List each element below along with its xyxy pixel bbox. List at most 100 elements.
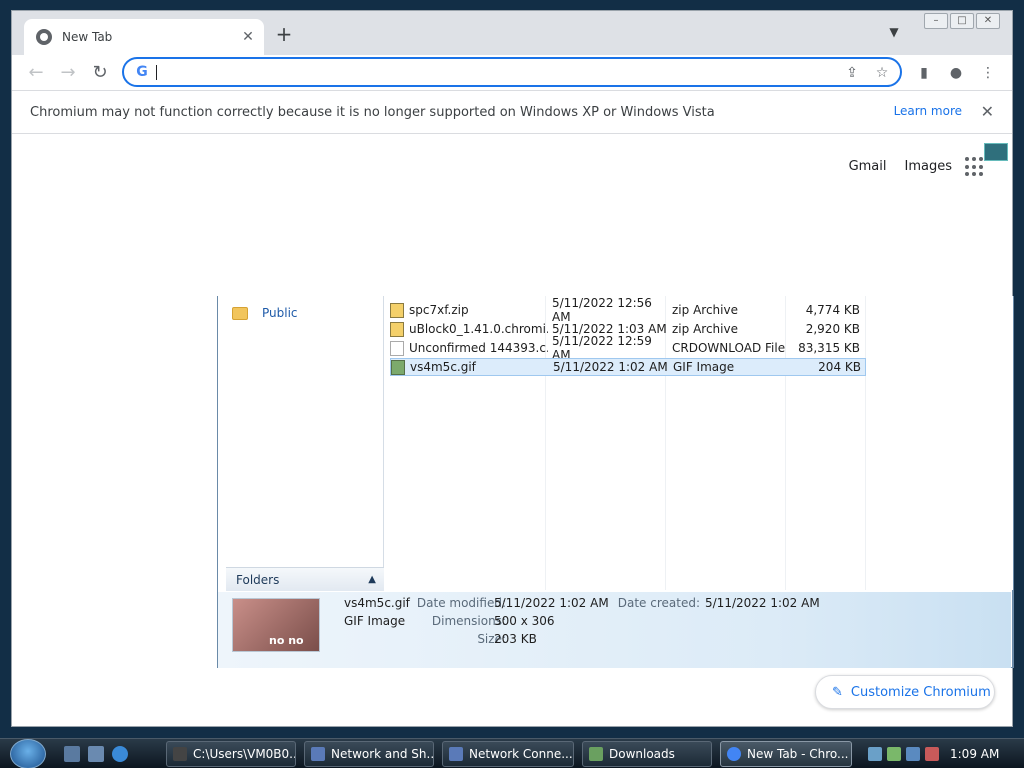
chromium-icon xyxy=(36,29,52,45)
internet-explorer-icon[interactable] xyxy=(112,746,128,762)
file-type: GIF Image xyxy=(673,360,735,374)
details-file-name: vs4m5c.gif xyxy=(344,596,410,610)
show-desktop-icon[interactable] xyxy=(64,746,80,762)
file-row-selected[interactable]: vs4m5c.gif 5/11/2022 1:02 AM GIF Image 2… xyxy=(390,358,866,376)
help-tray-icon xyxy=(984,143,1008,161)
nav-item-label: Public xyxy=(262,306,298,320)
ntp-header-links: Gmail Images xyxy=(849,159,952,174)
chevron-up-icon: ▲ xyxy=(368,574,376,585)
taskbar-button-downloads[interactable]: Downloads xyxy=(582,741,712,767)
maximize-button[interactable]: □ xyxy=(950,13,974,29)
folder-icon xyxy=(232,306,248,320)
file-size: 4,774 KB xyxy=(805,303,860,317)
console-icon xyxy=(173,747,187,761)
dimensions-value: 500 x 306 xyxy=(494,614,555,628)
file-name: vs4m5c.gif xyxy=(410,360,476,374)
learn-more-link[interactable]: Learn more xyxy=(894,104,962,118)
taskbar-clock[interactable]: 1:09 AM xyxy=(950,747,999,761)
window-controls: – □ ✕ xyxy=(924,13,1000,29)
file-row[interactable]: spc7xf.zip 5/11/2022 12:56 AM zip Archiv… xyxy=(390,296,866,324)
file-type: zip Archive xyxy=(672,303,738,317)
start-button[interactable] xyxy=(10,739,46,768)
taskbar-button-label: C:\Users\VM0B0... xyxy=(193,747,296,761)
network-icon xyxy=(449,747,463,761)
chromium-icon xyxy=(727,747,741,761)
tab-title: New Tab xyxy=(62,30,113,44)
tab-strip: New Tab ✕ + ▼ – □ ✕ xyxy=(12,11,1012,55)
tab-new-tab[interactable]: New Tab ✕ xyxy=(24,19,264,55)
folders-toggle[interactable]: Folders ▲ xyxy=(226,567,384,591)
close-window-button[interactable]: ✕ xyxy=(976,13,1000,29)
images-link[interactable]: Images xyxy=(905,159,953,174)
network-icon xyxy=(311,747,325,761)
back-button[interactable]: ← xyxy=(24,61,48,85)
file-size: 204 KB xyxy=(818,360,861,374)
address-bar[interactable]: G ⇪ ☆ xyxy=(122,57,902,87)
zip-icon xyxy=(390,321,404,337)
thumbnail-caption: no no xyxy=(269,634,304,647)
details-file-type: GIF Image xyxy=(344,614,406,628)
date-modified-label: Date modified: xyxy=(416,596,506,610)
taskbar: C:\Users\VM0B0... Network and Sh... Netw… xyxy=(0,738,1024,768)
navigation-pane: Public xyxy=(226,296,384,590)
gmail-link[interactable]: Gmail xyxy=(849,159,887,174)
customize-label: Customize Chromium xyxy=(850,684,991,700)
file-name: Unconfirmed 144393.c... xyxy=(409,341,548,355)
file-row[interactable]: Unconfirmed 144393.c... 5/11/2022 12:59 … xyxy=(390,334,866,362)
date-created-label: Date created: xyxy=(617,596,700,610)
volume-muted-icon[interactable] xyxy=(925,747,939,761)
side-panel-icon[interactable]: ▮ xyxy=(912,61,936,85)
system-tray: 1:09 AM xyxy=(868,741,1024,767)
zip-icon xyxy=(390,302,404,318)
unsupported-os-infobar: Chromium may not function correctly beca… xyxy=(12,92,1012,134)
folder-icon xyxy=(589,747,603,761)
infobar-close-icon[interactable]: ✕ xyxy=(981,102,994,121)
file-icon xyxy=(390,340,404,356)
switch-windows-icon[interactable] xyxy=(88,746,104,762)
date-modified-value: 5/11/2022 1:02 AM xyxy=(494,596,609,610)
share-icon[interactable]: ⇪ xyxy=(842,63,862,83)
minimize-button[interactable]: – xyxy=(924,13,948,29)
dimensions-label: Dimensions: xyxy=(431,614,506,628)
browser-toolbar: ← → ↻ G ⇪ ☆ ▮ ● ⋮ xyxy=(12,55,1012,91)
new-tab-button[interactable]: + xyxy=(274,24,294,45)
taskbar-button-label: Network Conne... xyxy=(469,747,573,761)
profile-avatar-icon[interactable]: ● xyxy=(944,61,968,85)
bookmark-star-icon[interactable]: ☆ xyxy=(872,63,892,83)
file-name: uBlock0_1.41.0.chromi... xyxy=(409,322,548,336)
network-tray-icon[interactable] xyxy=(906,747,920,761)
file-size: 83,315 KB xyxy=(798,341,860,355)
apps-grid-icon[interactable] xyxy=(965,157,985,177)
tray-app-icon[interactable] xyxy=(868,747,882,761)
file-list: spc7xf.zip 5/11/2022 12:56 AM zip Archiv… xyxy=(386,296,1013,590)
image-icon xyxy=(391,359,405,375)
taskbar-button-label: New Tab - Chro... xyxy=(747,747,849,761)
customize-chromium-button[interactable]: ✎ Customize Chromium xyxy=(815,675,995,709)
tray-app-icon[interactable] xyxy=(887,747,901,761)
size-label: Size: xyxy=(477,632,506,646)
image-thumbnail: no no xyxy=(232,598,320,652)
pencil-icon: ✎ xyxy=(832,684,843,700)
infobar-message: Chromium may not function correctly beca… xyxy=(30,105,715,120)
file-date: 5/11/2022 1:02 AM xyxy=(553,360,668,374)
file-type: zip Archive xyxy=(672,322,738,336)
folders-label: Folders xyxy=(236,572,280,587)
forward-button[interactable]: → xyxy=(56,61,80,85)
text-caret xyxy=(156,65,157,80)
taskbar-button-network-connections[interactable]: Network Conne... xyxy=(442,741,574,767)
close-tab-icon[interactable]: ✕ xyxy=(238,29,258,45)
taskbar-button-cmd[interactable]: C:\Users\VM0B0... xyxy=(166,741,296,767)
taskbar-button-chromium[interactable]: New Tab - Chro... xyxy=(720,741,852,767)
reload-button[interactable]: ↻ xyxy=(88,61,112,85)
file-name: spc7xf.zip xyxy=(409,303,469,317)
taskbar-button-label: Downloads xyxy=(609,747,675,761)
tab-search-chevron-icon[interactable]: ▼ xyxy=(884,25,904,45)
date-created-value: 5/11/2022 1:02 AM xyxy=(705,596,820,610)
taskbar-button-network-sharing[interactable]: Network and Sh... xyxy=(304,741,434,767)
nav-item-public[interactable]: Public xyxy=(232,306,298,320)
size-value: 203 KB xyxy=(494,632,537,646)
downloads-explorer-window: Public Folders ▲ spc7xf.zip 5/11/2022 12… xyxy=(217,296,1014,668)
menu-dots-icon[interactable]: ⋮ xyxy=(976,61,1000,85)
details-pane: no no vs4m5c.gif GIF Image Date modified… xyxy=(218,592,1011,668)
file-size: 2,920 KB xyxy=(805,322,860,336)
